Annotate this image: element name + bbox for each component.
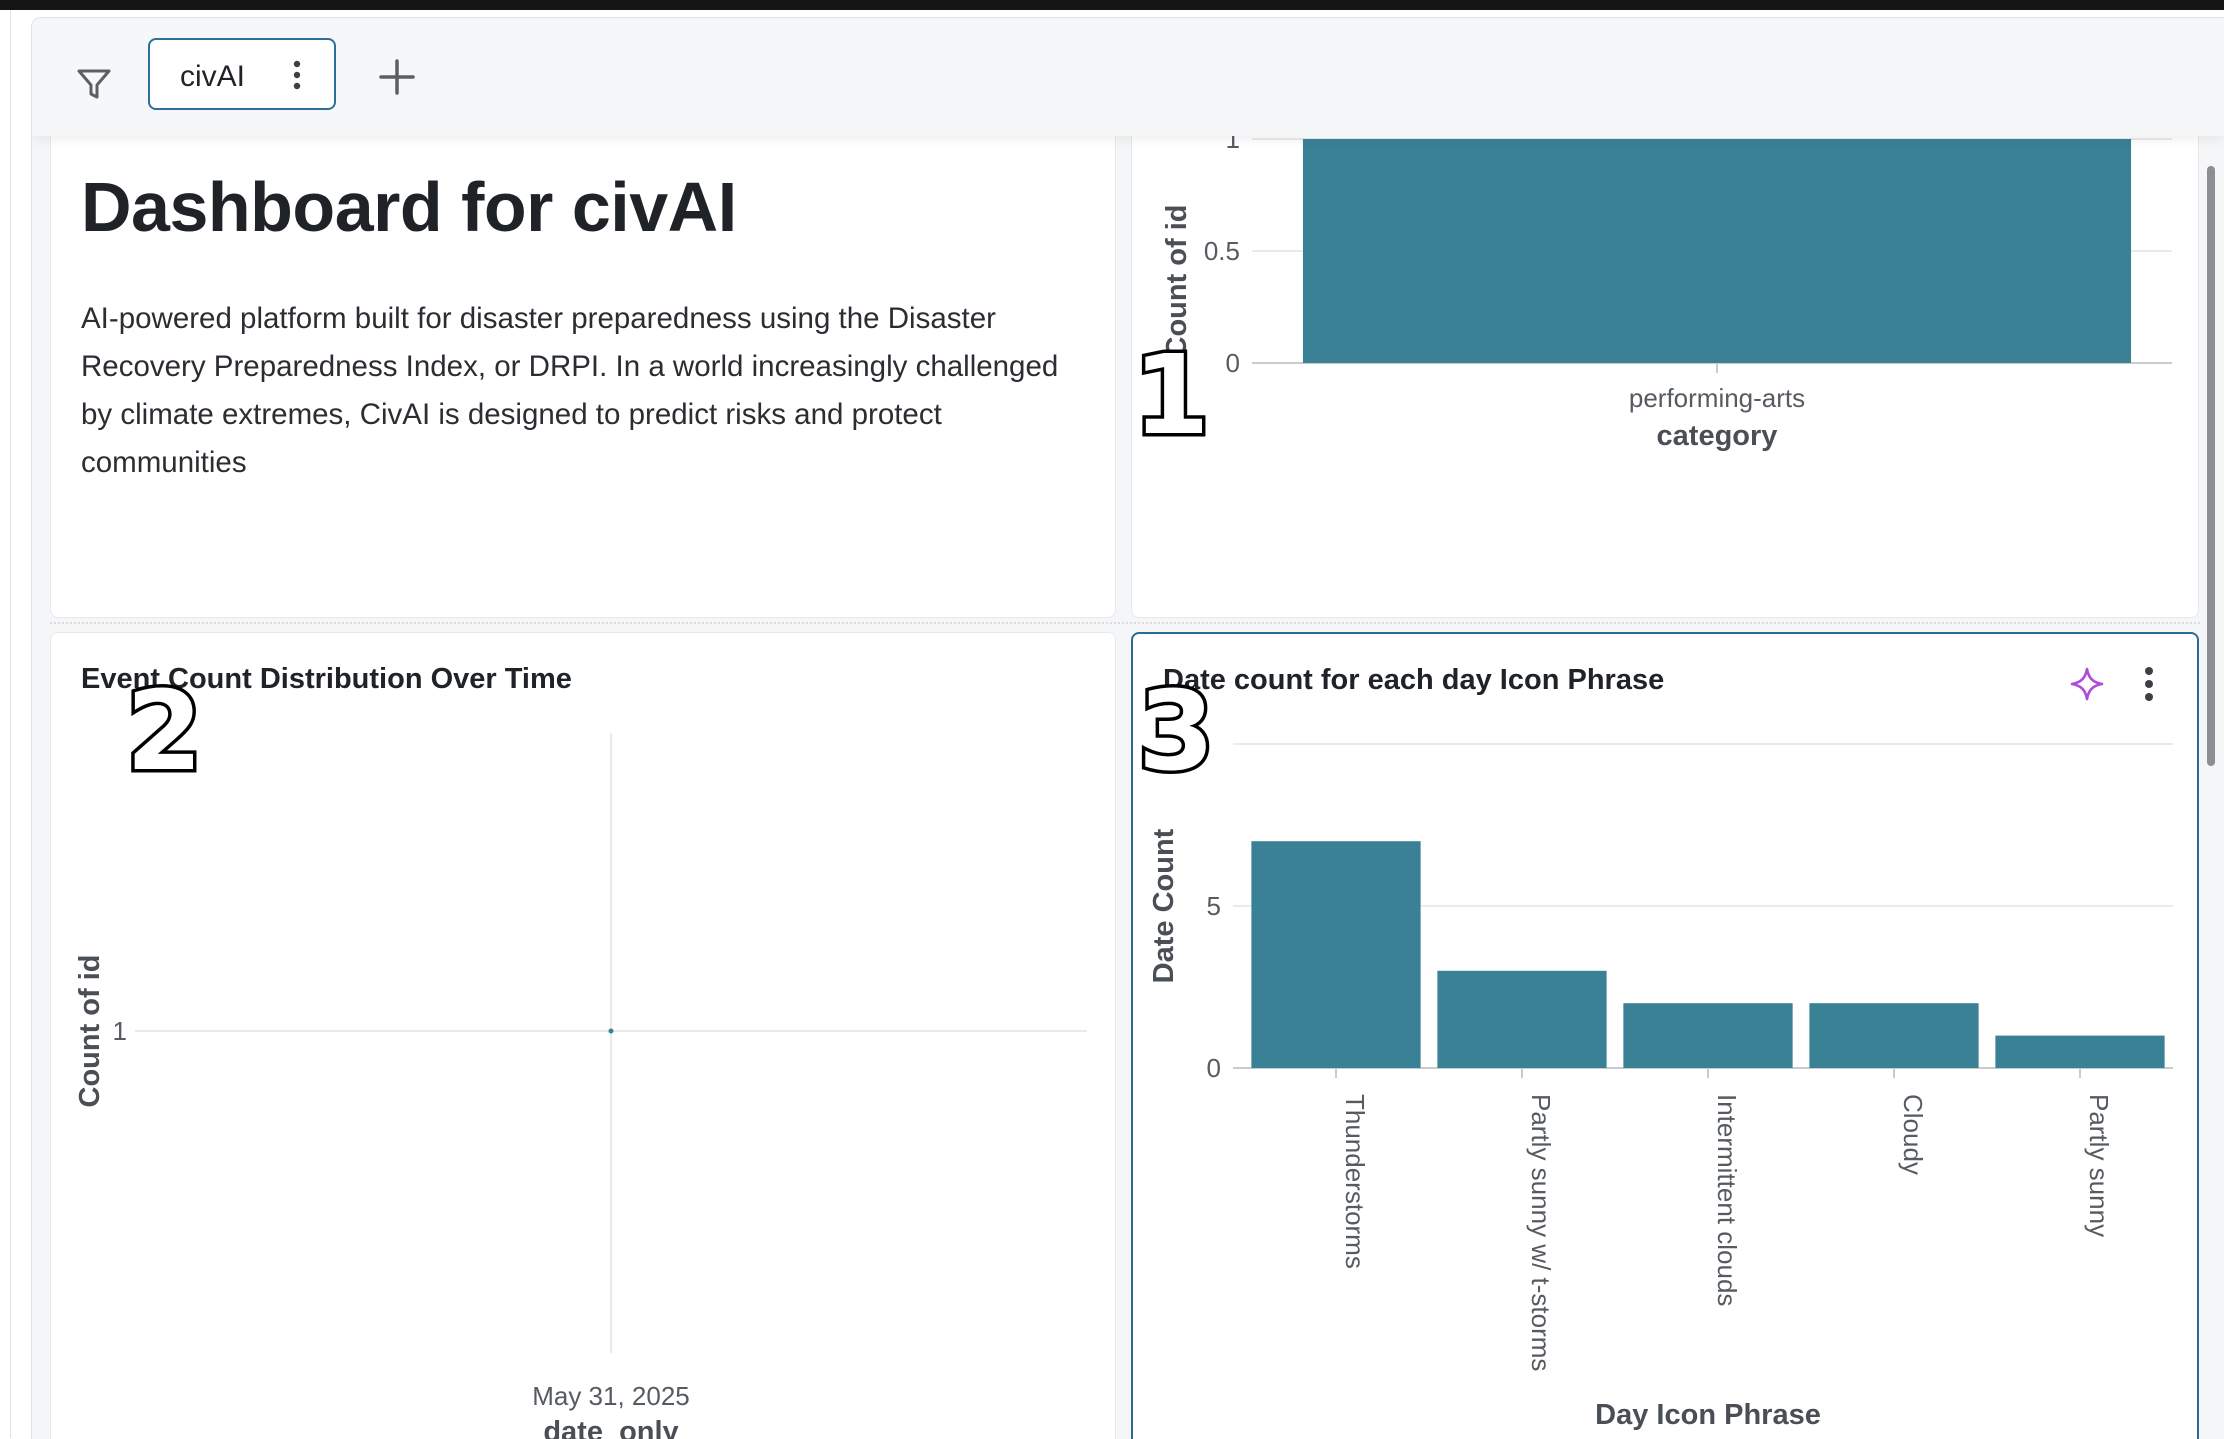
annotation-marker-1: 1 xyxy=(1130,331,1214,459)
y-axis-title: Date Count xyxy=(1148,828,1180,983)
x-tick-label: Cloudy xyxy=(1898,1094,1928,1175)
annotation-marker-3: 3 xyxy=(1135,667,1219,795)
annotation-marker-2: 2 xyxy=(123,667,207,795)
x-tick-label: Thunderstorms xyxy=(1340,1094,1370,1269)
dashboard-canvas: civAI Dashboard for civAI AI-powered pla… xyxy=(31,17,2224,1439)
category-chart: 00.51performing-artscategoryCount of id xyxy=(1161,124,2172,452)
filter-button[interactable] xyxy=(66,56,122,112)
filter-icon xyxy=(77,69,111,99)
x-axis-title: Day Icon Phrase xyxy=(1595,1399,1821,1431)
data-point xyxy=(608,1028,614,1034)
x-tick-label: performing-arts xyxy=(1629,383,1805,413)
day-icon-chart-card[interactable]: Date count for each day Icon Phrase 0 5 Th… xyxy=(1131,632,2199,1439)
x-tick-label: Intermittent clouds xyxy=(1712,1094,1742,1306)
layout-gridline xyxy=(50,622,2200,624)
y-tick-label: 5 xyxy=(1207,891,1221,921)
window-top-edge xyxy=(0,0,2224,10)
tab-label: civAI xyxy=(180,60,246,93)
y-tick-label: 1 xyxy=(113,1016,127,1046)
bar xyxy=(1302,139,2132,363)
intro-text-card[interactable]: Dashboard for civAI AI-powered platform … xyxy=(50,118,1116,618)
y-tick-label: 0.5 xyxy=(1204,236,1240,266)
tab-menu-icon[interactable] xyxy=(290,58,304,92)
vertical-scrollbar[interactable] xyxy=(2207,166,2215,766)
category-chart-card[interactable]: 0 0.5 1 performing-arts category Count of id xyxy=(1131,118,2199,618)
x-tick-label: May 31, 2025 xyxy=(532,1381,690,1411)
window-left-gutter xyxy=(0,10,11,1438)
x-axis-title: date_only xyxy=(543,1416,678,1439)
add-tab-button[interactable] xyxy=(372,52,422,102)
event-count-chart: 1 May 31, 2025 date_only Count of id xyxy=(74,733,1087,1439)
dashboard-description: AI-powered platform built for disaster p… xyxy=(81,302,1059,479)
x-tick-label: Partly sunny w/ t-storms xyxy=(1526,1094,1556,1371)
y-axis-title: Count of id xyxy=(74,954,106,1107)
bar xyxy=(1809,1003,1979,1068)
x-axis-title: category xyxy=(1657,420,1778,452)
y-tick-label: 0 xyxy=(1226,348,1240,378)
dashboard-title: Dashboard for civAI xyxy=(81,168,737,246)
tab-civai[interactable]: civAI xyxy=(148,38,336,110)
bar xyxy=(1437,970,1607,1068)
dashboard-toolbar: civAI xyxy=(32,18,2224,136)
x-tick-label: Partly sunny xyxy=(2084,1094,2114,1237)
day-icon-chart: 0 5 Thunderstorms Partly sunny w/ t-storms I… xyxy=(1148,743,2173,1431)
y-tick-label: 0 xyxy=(1207,1053,1221,1083)
plus-icon xyxy=(379,59,415,95)
bar xyxy=(1623,1003,1793,1068)
bar xyxy=(1995,1035,2165,1068)
event-count-chart-card[interactable]: Event Count Distribution Over Time 1 May … xyxy=(50,632,1116,1439)
bar xyxy=(1251,841,1421,1068)
